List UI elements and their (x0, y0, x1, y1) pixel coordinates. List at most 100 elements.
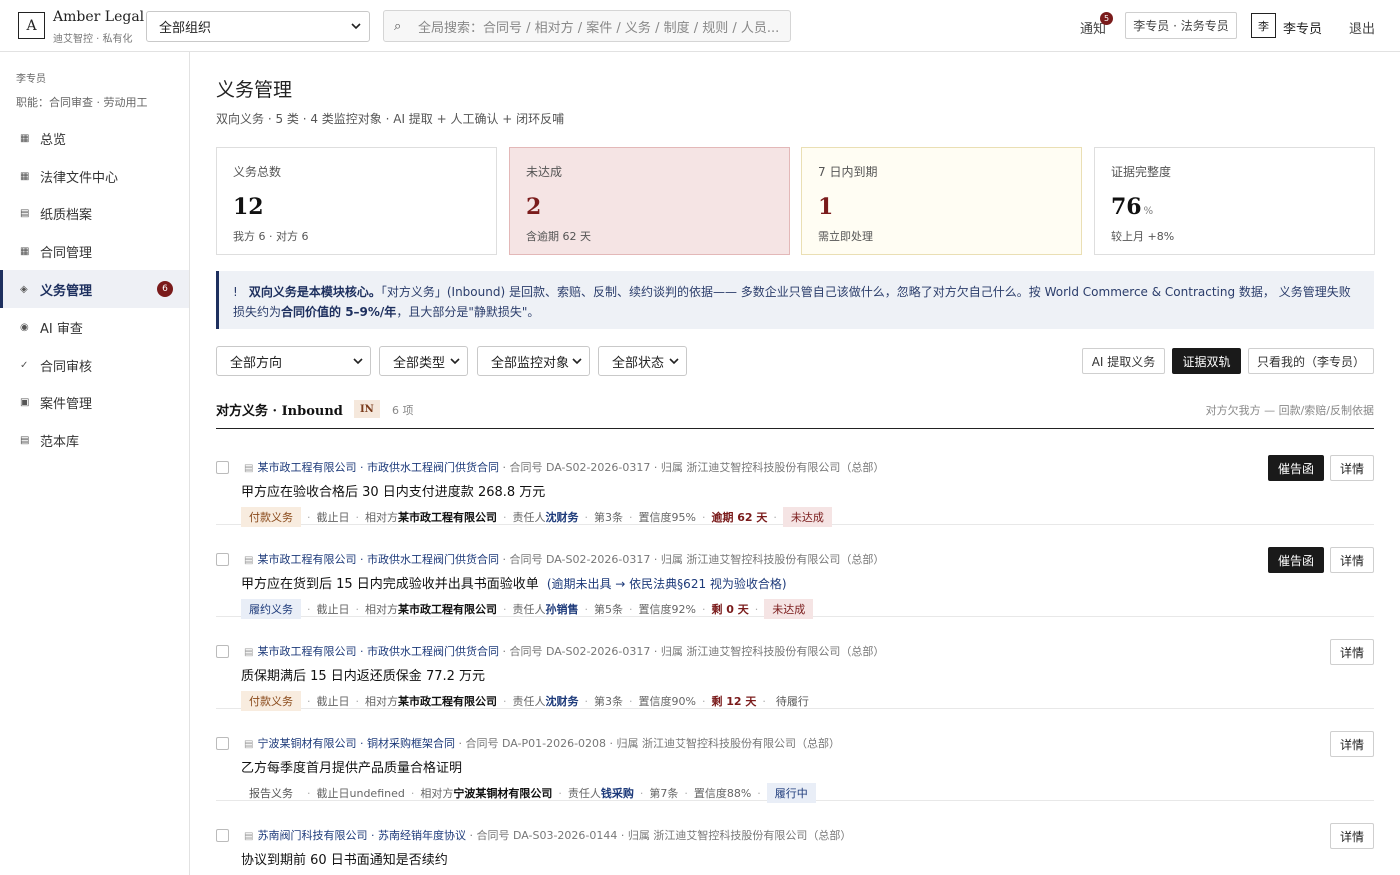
row-checkbox[interactable] (216, 645, 229, 658)
org-select[interactable]: 全部组织 (146, 11, 370, 42)
separator: · (355, 694, 360, 708)
filter-direction[interactable]: 全部方向 (216, 346, 371, 376)
document-icon: ▤ (244, 739, 254, 750)
chevron-down-icon (450, 358, 460, 365)
company-link[interactable]: 某市政工程有限公司 (257, 645, 356, 658)
detail-button[interactable]: 详情 (1330, 639, 1374, 665)
sidebar-item-5[interactable]: ◉ AI 审查 (0, 308, 189, 346)
filter-type[interactable]: 全部类型 (379, 346, 468, 376)
sidebar-item-8[interactable]: ▤ 范本库 (0, 421, 189, 459)
avatar[interactable]: 李 (1251, 13, 1276, 38)
sidebar-item-2[interactable]: ▤ 纸质档案 (0, 194, 189, 232)
owner-label: 责任人 (512, 511, 546, 524)
obligation-title: 甲方应在货到后 15 日内完成验收并出具书面验收单 (逾期未出具 → 依民法典§6… (241, 573, 787, 592)
separator: · (307, 694, 311, 708)
row-checkbox[interactable] (216, 829, 229, 842)
list-icon: ▤ (20, 207, 30, 219)
contract-link[interactable]: 市政供水工程阀门供货合同 (367, 645, 499, 658)
separator: · (503, 694, 507, 708)
section-divider (216, 428, 1374, 429)
stat-card-evidence: 证据完整度 76% 较上月 +8% (1094, 147, 1375, 255)
send-reminder-button[interactable]: 催告函 (1268, 547, 1324, 573)
confidence-value: 90% (671, 694, 696, 708)
company-link[interactable]: 苏南阀门科技有限公司 (257, 829, 367, 842)
row-checkbox[interactable] (216, 461, 229, 474)
belongs-label: 归属 (616, 737, 639, 750)
detail-button[interactable]: 详情 (1330, 823, 1374, 849)
separator: · (701, 694, 706, 708)
obligation-row: ▤ 苏南阀门科技有限公司 · 苏南经销年度协议 · 合同号 DA-S03-2026… (216, 801, 1374, 875)
confidence-label: 置信度 (638, 603, 672, 616)
separator: · (684, 786, 688, 800)
meta-separator: · (498, 645, 510, 658)
contract-link[interactable]: 铜材采购框架合同 (367, 737, 455, 750)
detail-button[interactable]: 详情 (1330, 455, 1374, 481)
owner-name[interactable]: 沈财务 (546, 509, 579, 525)
stat-value: 2 (526, 194, 542, 220)
company-link[interactable]: 宁波某铜材有限公司 (257, 737, 356, 750)
link-separator: · (356, 461, 367, 474)
sidebar-item-label: 案件管理 (40, 396, 93, 412)
row-meta: ▤ 宁波某铜材有限公司 · 铜材采购框架合同 · 合同号 DA-P01-2026-… (244, 735, 840, 751)
owner-name[interactable]: 钱采购 (601, 785, 634, 801)
separator: · (307, 786, 311, 800)
sidebar-item-label: 法律文件中心 (40, 170, 119, 186)
sidebar-item-3[interactable]: ▦ 合同管理 (0, 232, 189, 270)
contract-link[interactable]: 苏南经销年度协议 (378, 829, 466, 842)
meta-separator: · (498, 461, 510, 474)
logout-button[interactable]: 退出 (1349, 18, 1375, 37)
separator: · (503, 510, 507, 524)
owner-name[interactable]: 孙销售 (546, 601, 579, 617)
contract-no-label: 合同号 (509, 645, 543, 658)
document-icon: ▤ (244, 647, 254, 658)
sidebar-item-7[interactable]: ▣ 案件管理 (0, 383, 189, 421)
contract-no: DA-S03-2026-0144 (512, 829, 618, 842)
diamond-icon: ◈ (20, 283, 28, 295)
confidence-value: 88% (726, 786, 752, 800)
contract-link[interactable]: 市政供水工程阀门供货合同 (367, 553, 499, 566)
role-switch-button[interactable]: 李专员 · 法务专员 (1125, 12, 1237, 39)
company-link[interactable]: 某市政工程有限公司 (257, 461, 356, 474)
detail-button[interactable]: 详情 (1330, 547, 1374, 573)
sidebar-item-0[interactable]: ▦ 总览 (0, 119, 189, 157)
obligation-title: 质保期满后 15 日内返还质保金 77.2 万元 (241, 665, 485, 684)
stat-footer: 需立即处理 (818, 230, 873, 243)
sidebar-item-6[interactable]: ✓ 合同审核 (0, 346, 189, 384)
separator: · (584, 602, 589, 616)
stat-footer: 我方 6 · 对方 6 (233, 230, 309, 243)
ai-extract-button[interactable]: AI 提取义务 (1082, 348, 1165, 374)
company-link[interactable]: 某市政工程有限公司 (257, 553, 356, 566)
owner-name[interactable]: 沈财务 (546, 693, 579, 709)
contract-no: DA-S02-2026-0317 (545, 461, 651, 474)
stat-value: 76% (1111, 194, 1154, 220)
evidence-dual-button[interactable]: 证据双轨 (1172, 348, 1241, 374)
global-search-input[interactable]: ⌕ 全局搜索：合同号 / 相对方 / 案件 / 义务 / 制度 / 规则 / 人… (383, 10, 791, 42)
detail-button[interactable]: 详情 (1330, 731, 1374, 757)
stat-card-due-7d: 7 日内到期 1 需立即处理 (801, 147, 1082, 255)
row-checkbox[interactable] (216, 737, 229, 750)
status-badge: 待履行 (775, 695, 809, 708)
contract-link[interactable]: 市政供水工程阀门供货合同 (367, 461, 499, 474)
section-count: 6 项 (392, 404, 414, 417)
send-reminder-button[interactable]: 催告函 (1268, 455, 1324, 481)
user-name[interactable]: 李专员 (1283, 18, 1322, 37)
belongs-label: 归属 (627, 829, 650, 842)
search-icon: ⌕ (394, 18, 402, 34)
obligation-row: ▤ 某市政工程有限公司 · 市政供水工程阀门供货合同 · 合同号 DA-S02-2… (216, 617, 1374, 711)
only-mine-button[interactable]: 只看我的（李专员） (1248, 348, 1374, 374)
status-badge: 履行中 (766, 783, 816, 803)
deadline-label: 截止日 (316, 511, 350, 524)
obligation-type-tag: 付款义务 (241, 507, 301, 527)
sidebar-item-1[interactable]: ▦ 法律文件中心 (0, 157, 189, 195)
filter-status[interactable]: 全部状态 (598, 346, 687, 376)
sidebar-item-4[interactable]: ◈ 义务管理 6 (0, 270, 189, 308)
days-remaining: 逾期 62 天 (711, 511, 768, 524)
section-description: 对方欠我方 — 回款/索赔/反制依据 (1205, 404, 1374, 417)
obligation-note: (逾期未出具 → 依民法典§621 视为验收合格) (546, 577, 787, 591)
row-meta: ▤ 苏南阀门科技有限公司 · 苏南经销年度协议 · 合同号 DA-S03-2026… (244, 827, 851, 843)
clause-ref: 第3条 (594, 511, 623, 524)
brand-logo[interactable]: A (18, 12, 45, 39)
filter-monitor[interactable]: 全部监控对象 (477, 346, 590, 376)
row-checkbox[interactable] (216, 553, 229, 566)
square-icon: ▣ (20, 396, 30, 408)
